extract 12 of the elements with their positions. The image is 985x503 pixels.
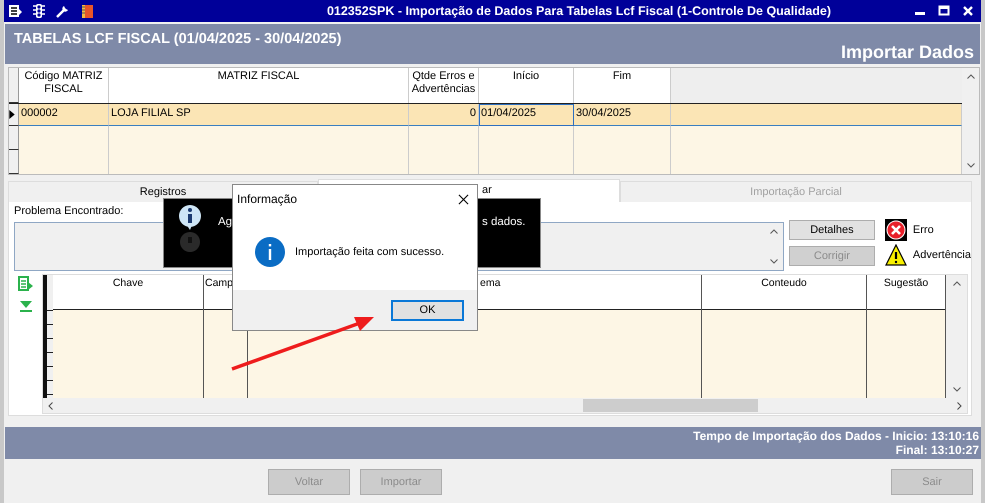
dialog-message: Importação feita com sucesso. (295, 246, 444, 258)
legend-label: Advertência (912, 249, 971, 261)
page-heading: Importar Dados (840, 42, 974, 63)
status-text: Final: 13:10:27 (896, 443, 979, 457)
header-title: TABELAS LCF FISCAL (01/04/2025 - 30/04/2025) (14, 31, 342, 47)
notification-text: s dados. (482, 216, 526, 228)
status-text: Tempo de Importação dos Dados - Inicio: 13:10:16 (693, 429, 979, 443)
notification-text: Ag (218, 216, 232, 228)
window-title: 012352SPK - Importação de Dados Para Tabelas Lcf Fiscal (1-Controle De Qualidade) (326, 4, 832, 18)
problem-label: Problema Encontrado: (14, 205, 124, 218)
table-cell: 01/04/2025 (479, 104, 574, 126)
legend-label: Erro (912, 224, 934, 236)
